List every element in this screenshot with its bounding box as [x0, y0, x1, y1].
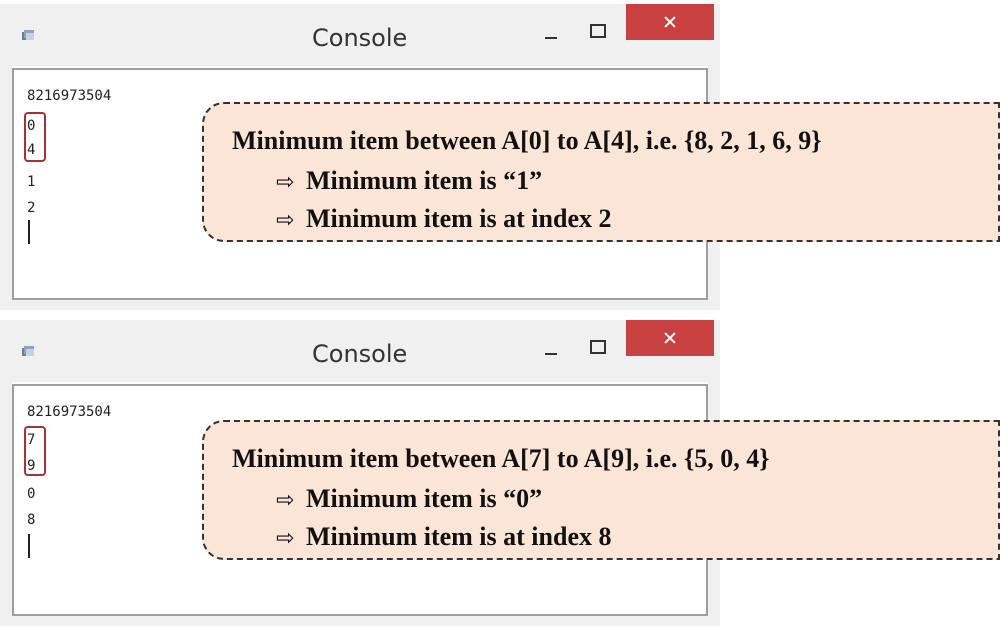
- title-bar[interactable]: Console: [0, 320, 720, 382]
- title-bar[interactable]: Console: [0, 4, 720, 66]
- arrow-right-icon: ⇨: [276, 170, 295, 195]
- window-frame-bottom: [0, 616, 720, 626]
- console-app-icon: [22, 30, 34, 40]
- output-line: 8216973504: [27, 88, 112, 104]
- window-title: Console: [312, 340, 408, 368]
- window-frame-bottom: [0, 300, 720, 310]
- minimize-button[interactable]: [536, 334, 566, 362]
- callout-bullet-text: Minimum item is at index 2: [306, 204, 612, 233]
- callout-bullet-text: Minimum item is at index 8: [306, 522, 612, 551]
- input-highlight-box: [24, 112, 46, 162]
- callout-bullet: ⇨ Minimum item is at index 8: [276, 522, 612, 552]
- explanation-callout-2: Minimum item between A[7] to A[9], i.e. …: [202, 420, 1000, 560]
- window-frame-left: [0, 382, 12, 626]
- text-cursor: [28, 534, 30, 558]
- callout-bullet-text: Minimum item is “0”: [306, 484, 543, 513]
- window-title: Console: [312, 24, 408, 52]
- arrow-right-icon: ⇨: [276, 526, 295, 551]
- maximize-button[interactable]: [582, 332, 612, 360]
- callout-bullet: ⇨ Minimum item is “0”: [276, 484, 542, 514]
- text-cursor: [28, 220, 30, 244]
- callout-bullet: ⇨ Minimum item is “1”: [276, 166, 542, 196]
- close-button[interactable]: [626, 4, 714, 40]
- output-line: 8: [27, 512, 36, 528]
- console-app-icon: [22, 346, 34, 356]
- output-line: 1: [27, 174, 36, 190]
- close-button[interactable]: [626, 320, 714, 356]
- callout-heading: Minimum item between A[7] to A[9], i.e. …: [232, 444, 770, 473]
- callout-bullet-text: Minimum item is “1”: [306, 166, 543, 195]
- output-line: 8216973504: [27, 404, 112, 420]
- arrow-right-icon: ⇨: [276, 208, 295, 233]
- input-highlight-box: [24, 426, 46, 476]
- explanation-callout-1: Minimum item between A[0] to A[4], i.e. …: [202, 102, 1000, 242]
- output-line: 0: [27, 486, 36, 502]
- output-line: 2: [27, 200, 36, 216]
- window-frame-left: [0, 66, 12, 310]
- arrow-right-icon: ⇨: [276, 488, 295, 513]
- callout-heading: Minimum item between A[0] to A[4], i.e. …: [232, 126, 822, 155]
- maximize-button[interactable]: [582, 16, 612, 44]
- callout-bullet: ⇨ Minimum item is at index 2: [276, 204, 612, 234]
- minimize-button[interactable]: [536, 18, 566, 46]
